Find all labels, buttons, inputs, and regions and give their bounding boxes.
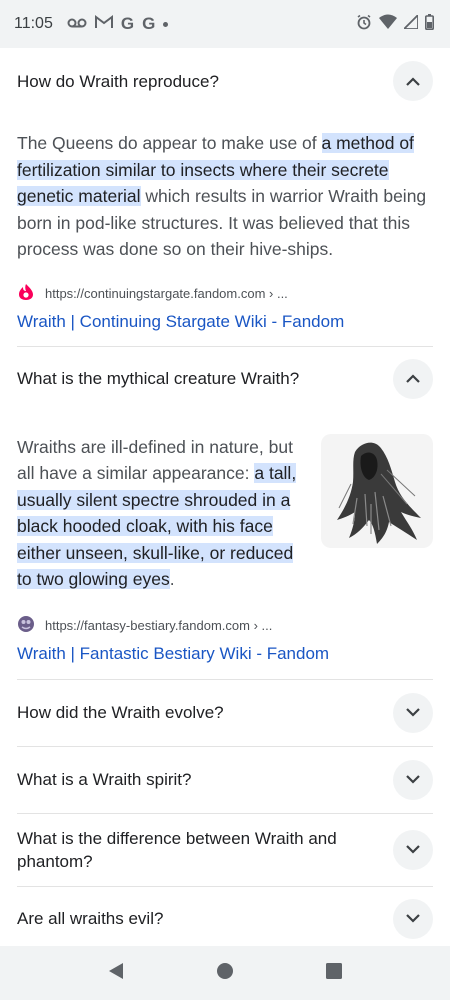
faq-item[interactable]: Are all wraiths evil? [17, 887, 433, 952]
answer-text: Wraiths are ill-defined in nature, but a… [17, 436, 293, 484]
faq-question: What is the difference between Wraith an… [17, 828, 337, 871]
google-icon: G [142, 14, 156, 33]
faq-question: How do Wraith reproduce? [17, 71, 219, 91]
battery-icon [425, 13, 435, 35]
source-row[interactable]: https://fantasy-bestiary.fandom.com › ..… [17, 615, 433, 636]
answer-with-image: Wraiths are ill-defined in nature, but a… [17, 433, 433, 593]
answer-text: The Queens do appear to make use of [17, 133, 322, 153]
status-time: 11:05 [14, 15, 53, 32]
gmail-icon [94, 15, 113, 33]
faq-question-row[interactable]: How did the Wraith evolve? [17, 680, 433, 746]
fandom-icon [17, 283, 35, 304]
chevron-up-icon[interactable] [393, 358, 433, 399]
faq-item[interactable]: What is the difference between Wraith an… [17, 814, 433, 887]
chevron-down-icon[interactable] [393, 692, 433, 733]
faq-item[interactable]: How did the Wraith evolve? [17, 680, 433, 747]
voicemail-icon [67, 16, 87, 33]
dot-icon [163, 21, 169, 27]
source-link[interactable]: Wraith | Fantastic Bestiary Wiki - Fando… [17, 644, 433, 664]
google-icon: G [120, 14, 135, 33]
chevron-up-icon[interactable] [393, 61, 433, 101]
faq-question-row[interactable]: What is a Wraith spirit? [17, 747, 433, 813]
signal-icon [401, 12, 419, 34]
source-row[interactable]: https://continuingstargate.fandom.com › … [17, 283, 433, 304]
faq-question: Are all wraiths evil? [17, 909, 164, 928]
faq-question-row[interactable]: How do Wraith reproduce? [17, 48, 433, 114]
faq-item[interactable]: What is a Wraith spirit? [17, 747, 433, 814]
faq-list: How do Wraith reproduce? The Queens do a… [0, 48, 450, 952]
system-icons [356, 12, 435, 35]
faq-item: How do Wraith reproduce? The Queens do a… [17, 48, 433, 347]
chevron-down-icon[interactable] [393, 759, 433, 800]
faq-question-row[interactable]: Are all wraiths evil? [17, 887, 433, 951]
source-link[interactable]: Wraith | Continuing Stargate Wiki - Fand… [17, 312, 433, 332]
chevron-down-icon[interactable] [393, 829, 433, 870]
alarm-icon [356, 14, 372, 35]
bestiary-icon [17, 615, 35, 636]
faq-item: What is the mythical creature Wraith? Wr… [17, 347, 433, 680]
faq-question: What is a Wraith spirit? [17, 770, 192, 789]
source-url: https://fantasy-bestiary.fandom.com › ..… [45, 617, 273, 633]
source-url: https://continuingstargate.fandom.com › … [45, 285, 288, 301]
faq-question: How did the Wraith evolve? [17, 703, 224, 722]
notification-icons: G G [67, 14, 169, 34]
faq-answer: The Queens do appear to make use of a me… [17, 130, 433, 263]
chevron-down-icon[interactable] [393, 898, 433, 939]
faq-answer: Wraiths are ill-defined in nature, but a… [17, 434, 311, 593]
faq-question-row[interactable]: What is the mythical creature Wraith? [17, 347, 433, 411]
wraith-thumbnail[interactable] [321, 433, 433, 548]
home-icon[interactable] [216, 962, 234, 985]
faq-question-row[interactable]: What is the difference between Wraith an… [17, 814, 433, 886]
system-nav-bar [0, 946, 450, 1000]
recents-icon[interactable] [326, 962, 342, 984]
status-bar: 11:05 G G [0, 0, 450, 48]
faq-question: What is the mythical creature Wraith? [17, 369, 300, 388]
wifi-icon [379, 14, 397, 34]
answer-text: . [169, 569, 175, 589]
back-icon[interactable] [108, 962, 124, 985]
